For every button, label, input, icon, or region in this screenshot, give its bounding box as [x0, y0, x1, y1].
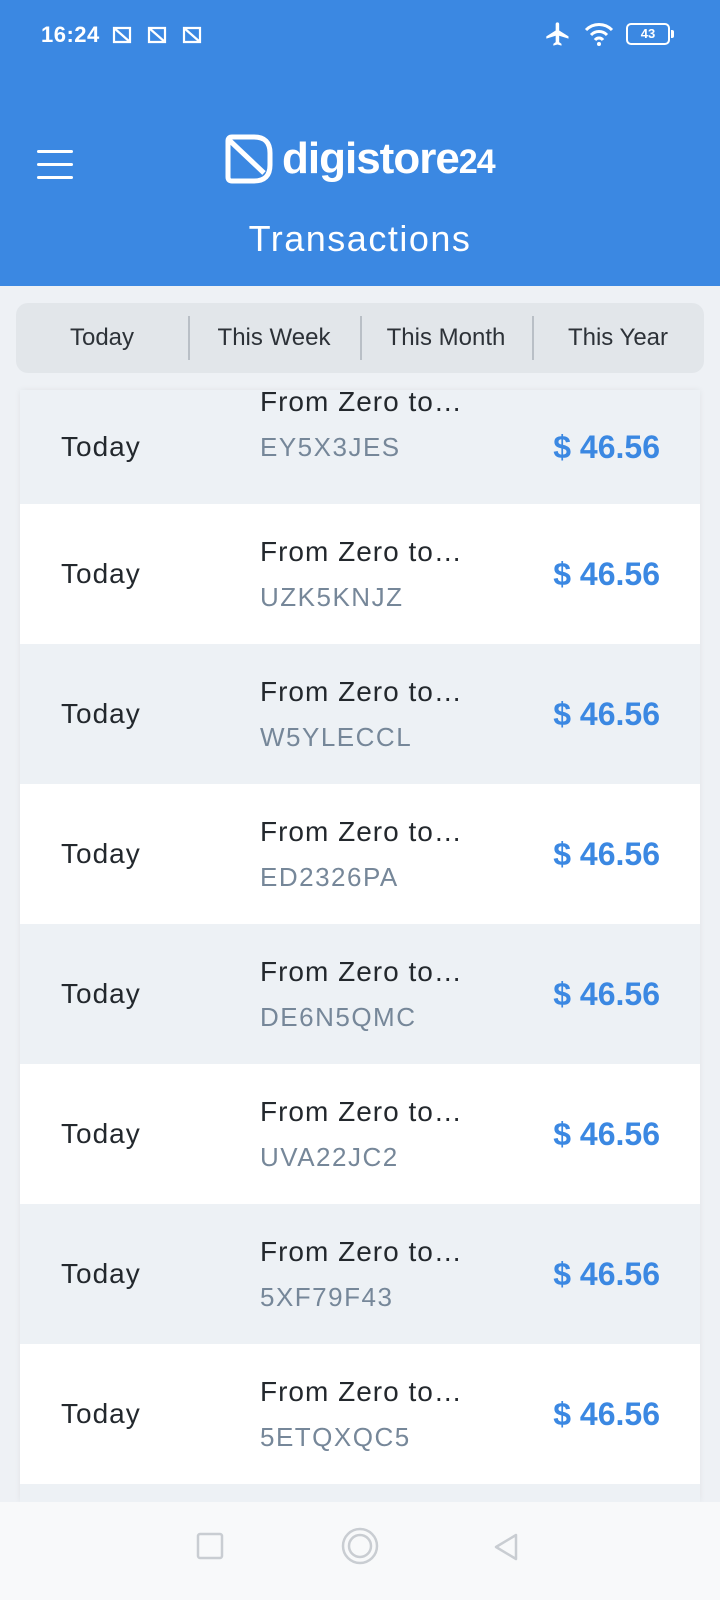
- transaction-row-partial[interactable]: [20, 1484, 700, 1502]
- transaction-product: From Zero to…: [260, 390, 463, 417]
- transaction-row[interactable]: Today From Zero to… 5XF79F43 $ 46.56: [20, 1204, 700, 1344]
- transaction-amount: $ 46.56: [553, 428, 660, 465]
- transaction-row[interactable]: Today From Zero to… ED2326PA $ 46.56: [20, 784, 700, 924]
- transaction-product: From Zero to…: [260, 1095, 463, 1127]
- transaction-amount: $ 46.56: [553, 1255, 660, 1292]
- transaction-date: Today: [61, 978, 141, 1009]
- transaction-date: Today: [61, 1398, 141, 1429]
- transaction-info: From Zero to… ED2326PA: [260, 816, 463, 893]
- brand-suffix: 24: [458, 143, 496, 181]
- tab-this-year[interactable]: This Year: [532, 316, 704, 360]
- page-title: Transactions: [248, 218, 472, 259]
- transaction-date: Today: [61, 838, 141, 869]
- period-tabs: Today This Week This Month This Year: [16, 303, 704, 373]
- transaction-code: W5YLECCL: [260, 721, 413, 752]
- digistore-notification-icon: [112, 26, 132, 44]
- tab-this-week[interactable]: This Week: [188, 316, 360, 360]
- airplane-mode-icon: [546, 22, 569, 46]
- hamburger-menu-button[interactable]: [37, 150, 75, 180]
- recent-apps-button-icon[interactable]: [196, 1532, 224, 1560]
- transaction-amount: $ 46.56: [553, 975, 660, 1012]
- system-navigation-bar: [0, 1502, 720, 1600]
- status-time: 16:24: [41, 22, 100, 47]
- brand-logo: digistore24: [224, 133, 496, 185]
- transaction-info: From Zero to… UVA22JC2: [260, 1096, 463, 1173]
- menu-bar: [37, 176, 73, 179]
- digistore-notification-icon: [182, 26, 202, 44]
- transaction-date: Today: [61, 1118, 141, 1149]
- menu-bar: [37, 150, 73, 153]
- status-bar: 16:24 43: [0, 0, 720, 70]
- transaction-info: From Zero to… UZK5KNJZ: [260, 536, 463, 613]
- transaction-product: From Zero to…: [260, 675, 463, 707]
- transactions-list[interactable]: Today From Zero to… EY5X3JES $ 46.56 Tod…: [20, 390, 700, 1502]
- transaction-product: From Zero to…: [260, 1375, 463, 1407]
- brand-name-text: digistore: [282, 134, 460, 183]
- tab-today[interactable]: Today: [16, 316, 188, 360]
- back-button-icon[interactable]: [492, 1532, 520, 1562]
- transaction-row[interactable]: Today From Zero to… UVA22JC2 $ 46.56: [20, 1064, 700, 1204]
- wifi-icon: [584, 23, 614, 46]
- transaction-info: From Zero to… W5YLECCL: [260, 676, 463, 753]
- transaction-date: Today: [61, 558, 141, 589]
- transaction-row[interactable]: Today From Zero to… DE6N5QMC $ 46.56: [20, 924, 700, 1064]
- transaction-date: Today: [61, 698, 141, 729]
- transaction-date: Today: [61, 1258, 141, 1289]
- transaction-amount: $ 46.56: [553, 835, 660, 872]
- brand-name: digistore24: [282, 134, 496, 184]
- digistore-notification-icon: [147, 26, 167, 44]
- transaction-info: From Zero to… 5ETQXQC5: [260, 1376, 463, 1453]
- transaction-row[interactable]: Today From Zero to… EY5X3JES $ 46.56: [20, 390, 700, 504]
- transaction-code: 5XF79F43: [260, 1281, 394, 1312]
- transaction-amount: $ 46.56: [553, 695, 660, 732]
- transaction-info: From Zero to… DE6N5QMC: [260, 956, 463, 1033]
- transaction-row[interactable]: Today From Zero to… 5ETQXQC5 $ 46.56: [20, 1344, 700, 1484]
- transaction-row[interactable]: Today From Zero to… UZK5KNJZ $ 46.56: [20, 504, 700, 644]
- transaction-amount: $ 46.56: [553, 555, 660, 592]
- transaction-product: From Zero to…: [260, 955, 463, 987]
- transaction-product: From Zero to…: [260, 535, 463, 567]
- transaction-date: Today: [61, 431, 141, 462]
- tab-this-month[interactable]: This Month: [360, 316, 532, 360]
- transaction-code: DE6N5QMC: [260, 1001, 417, 1032]
- app-header: 16:24 43 digistore24 Transactions: [0, 0, 720, 286]
- transaction-code: EY5X3JES: [260, 432, 401, 462]
- transaction-code: 5ETQXQC5: [260, 1421, 411, 1452]
- battery-indicator: 43: [626, 23, 674, 45]
- transaction-product: From Zero to…: [260, 1235, 463, 1267]
- digistore-logo-icon: [225, 134, 273, 184]
- menu-bar: [37, 163, 73, 166]
- transaction-amount: $ 46.56: [553, 1395, 660, 1432]
- transaction-code: ED2326PA: [260, 861, 399, 892]
- transaction-amount: $ 46.56: [553, 1115, 660, 1152]
- home-button-icon[interactable]: [340, 1526, 380, 1566]
- transaction-product: From Zero to…: [260, 815, 463, 847]
- transaction-info: From Zero to… EY5X3JES: [260, 390, 463, 463]
- transaction-row[interactable]: Today From Zero to… W5YLECCL $ 46.56: [20, 644, 700, 784]
- transaction-code: UZK5KNJZ: [260, 581, 404, 612]
- transaction-code: UVA22JC2: [260, 1141, 399, 1172]
- transaction-info: From Zero to… 5XF79F43: [260, 1236, 463, 1313]
- battery-level: 43: [640, 26, 656, 41]
